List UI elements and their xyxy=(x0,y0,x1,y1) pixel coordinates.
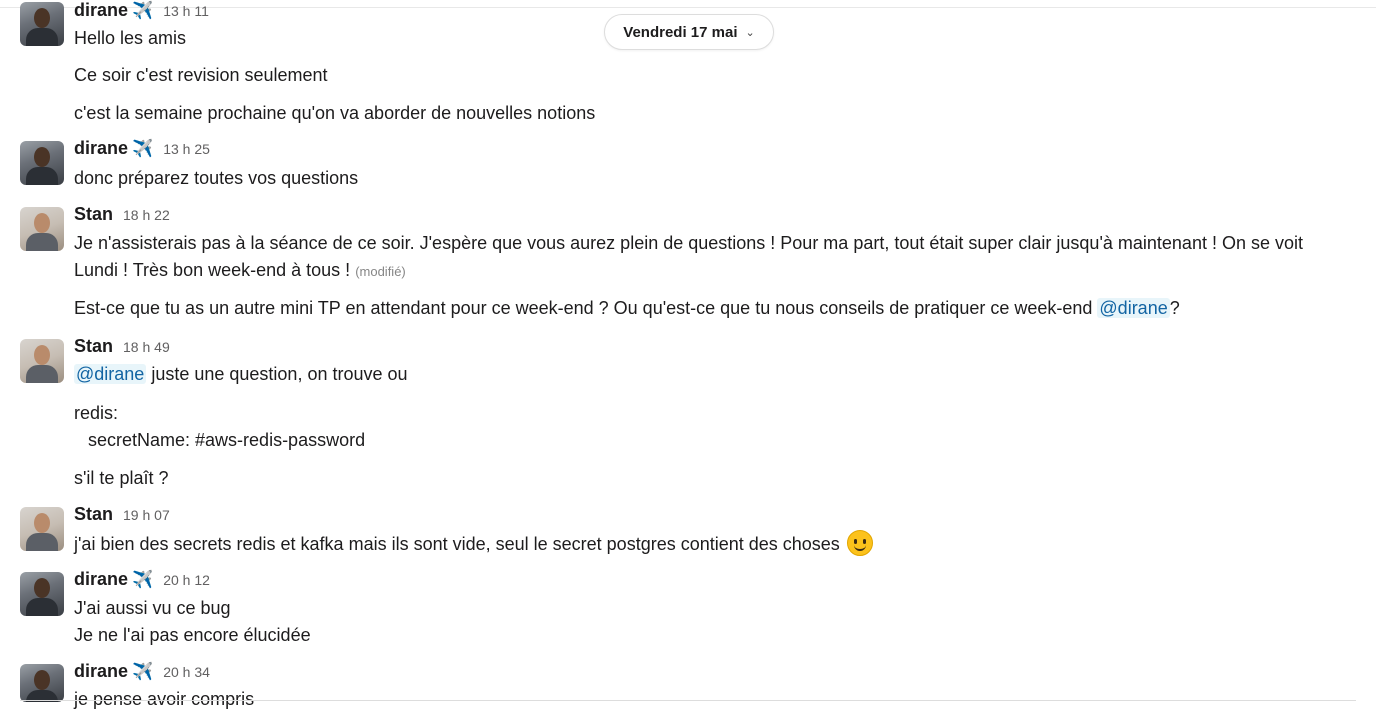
timestamp[interactable]: 13 h 25 xyxy=(163,141,210,157)
message-text: J'ai aussi vu ce bug xyxy=(74,598,231,618)
author-name[interactable]: dirane xyxy=(74,0,128,21)
author-name[interactable]: dirane xyxy=(74,661,128,682)
slightly-smiling-face-icon[interactable] xyxy=(846,530,873,556)
airplane-icon: ✈️ xyxy=(132,662,154,681)
date-label: Vendredi 17 mai xyxy=(623,23,738,41)
avatar[interactable] xyxy=(20,339,64,383)
message-header: dirane ✈️ 20 h 34 xyxy=(74,661,210,682)
timestamp[interactable]: 19 h 07 xyxy=(123,507,170,523)
message-header: dirane ✈️ 13 h 11 xyxy=(74,0,209,21)
avatar[interactable] xyxy=(20,507,64,551)
composer-top-border xyxy=(20,700,1356,701)
message-text: s'il te plaît ? xyxy=(74,468,169,488)
message-header: Stan 18 h 49 xyxy=(74,336,170,357)
message-text-fragment: Est-ce que tu as un autre mini TP en att… xyxy=(74,298,1093,318)
message-text: secretName: #aws-redis-password xyxy=(88,430,366,450)
author-name[interactable]: dirane xyxy=(74,138,128,159)
airplane-icon: ✈️ xyxy=(132,1,154,20)
edited-label: (modifié) xyxy=(355,264,406,279)
message-header: dirane ✈️ 13 h 25 xyxy=(74,138,210,159)
message-text: Ce soir c'est revision seulement xyxy=(74,65,328,85)
avatar[interactable] xyxy=(20,664,64,702)
author-name[interactable]: Stan xyxy=(74,204,113,225)
message-text: Est-ce que tu as un autre mini TP en att… xyxy=(74,295,1180,322)
timestamp[interactable]: 20 h 34 xyxy=(163,664,210,680)
message-text-fragment: ? xyxy=(1169,298,1180,318)
author-name[interactable]: Stan xyxy=(74,336,113,357)
user-mention[interactable]: @dirane xyxy=(1097,298,1170,318)
avatar[interactable] xyxy=(20,2,64,46)
timestamp[interactable]: 13 h 11 xyxy=(163,3,209,19)
message-text: redis: xyxy=(74,403,119,423)
message-text: c'est la semaine prochaine qu'on va abor… xyxy=(74,103,596,123)
message-text: Je n'assisterais pas à la séance de ce s… xyxy=(74,233,1303,253)
chevron-down-icon: ⌄ xyxy=(745,26,755,39)
avatar[interactable] xyxy=(20,141,64,185)
date-divider-button[interactable]: Vendredi 17 mai ⌄ xyxy=(604,14,774,50)
message-header: Stan 18 h 22 xyxy=(74,204,170,225)
timestamp[interactable]: 20 h 12 xyxy=(163,572,210,588)
message-text: @dirane juste une question, on trouve ou xyxy=(74,361,408,388)
user-mention[interactable]: @dirane xyxy=(74,364,147,384)
message-text: Je ne l'ai pas encore élucidée xyxy=(74,625,311,645)
timestamp[interactable]: 18 h 22 xyxy=(123,207,170,223)
message-text: Lundi ! Très bon week-end à tous ! (modi… xyxy=(74,257,406,285)
message-text: j'ai bien des secrets redis et kafka mai… xyxy=(74,530,873,558)
author-name[interactable]: Stan xyxy=(74,504,113,525)
message-text: Hello les amis xyxy=(74,28,187,48)
message-header: dirane ✈️ 20 h 12 xyxy=(74,569,210,590)
timestamp[interactable]: 18 h 49 xyxy=(123,339,170,355)
avatar[interactable] xyxy=(20,572,64,616)
message-text: donc préparez toutes vos questions xyxy=(74,168,359,188)
message-text-fragment: juste une question, on trouve ou xyxy=(151,364,408,384)
message-text-fragment: j'ai bien des secrets redis et kafka mai… xyxy=(74,534,840,554)
message-header: Stan 19 h 07 xyxy=(74,504,170,525)
airplane-icon: ✈️ xyxy=(132,139,154,158)
author-name[interactable]: dirane xyxy=(74,569,128,590)
avatar[interactable] xyxy=(20,207,64,251)
airplane-icon: ✈️ xyxy=(132,570,154,589)
message-text-fragment: Lundi ! Très bon week-end à tous ! xyxy=(74,260,351,280)
